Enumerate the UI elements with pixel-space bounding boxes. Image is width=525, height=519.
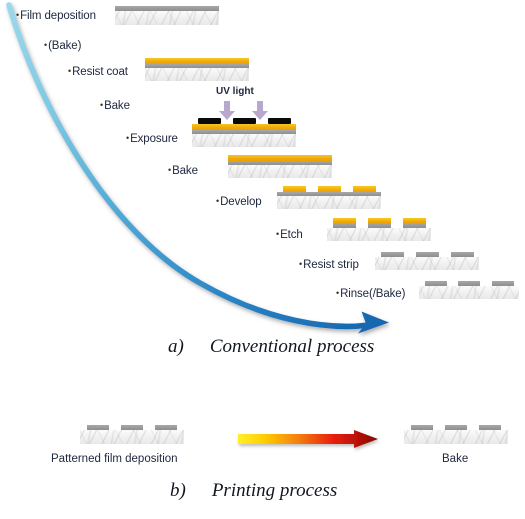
substrate-layer [419,286,519,299]
step-label-text: Resist strip [303,259,359,271]
substrate-layer [228,164,332,178]
uv-light-label: UV light [216,86,254,97]
caption-letter: a) [168,336,184,357]
bullet-icon: • [299,258,303,269]
stack-exposure [192,118,296,150]
stack-resist-strip [375,252,479,275]
step-label-text: Resist coat [72,66,128,78]
process-comparison-figure: •Film deposition •(Bake) •Resist coat •B… [0,0,525,519]
step-label-film-deposition: •Film deposition [16,10,96,23]
step-label-resist-coat: •Resist coat [68,66,128,79]
bullet-icon: • [44,39,48,50]
heat-gradient-arrow [238,430,378,448]
stack-resist-coat [145,58,249,82]
substrate-layer [404,430,508,444]
substrate-layer [80,430,184,444]
step-label-bake-2: •Bake [100,100,130,113]
caption-conventional-process: a) Conventional process [168,336,374,358]
bullet-icon: • [126,132,130,143]
step-label-etch: •Etch [276,229,303,242]
caption-text: Conventional process [209,336,375,357]
step-label-text: Exposure [130,133,178,145]
step-label-text: Etch [280,229,303,241]
step-label-exposure: •Exposure [126,133,178,146]
step-label-bake-3: •Bake [168,165,198,178]
substrate-layer [277,196,381,209]
bullet-icon: • [336,287,340,298]
step-label-text: Rinse(/Bake) [340,288,406,300]
stack-post-exposure-bake [228,155,332,179]
substrate-layer [375,257,479,270]
label-patterned-film-deposition: Patterned film deposition [51,453,178,465]
stack-etch [327,218,431,245]
caption-text: Printing process [211,480,338,501]
stack-bake-printed [404,425,508,449]
bullet-icon: • [216,195,220,206]
step-label-text: Bake [172,165,198,177]
step-label-rinse-bake: •Rinse(/Bake) [336,288,405,301]
caption-letter: b) [170,480,186,501]
substrate-layer [145,67,249,81]
label-bake: Bake [442,453,469,465]
step-label-text: (Bake) [48,40,82,52]
step-label-develop: •Develop [216,196,262,209]
bullet-icon: • [16,9,20,20]
step-label-text: Bake [104,100,130,112]
substrate-layer [327,228,431,241]
stack-patterned-film-deposition [80,425,184,449]
caption-printing-process: b) Printing process [170,480,337,502]
step-label-text: Film deposition [20,10,96,22]
step-label-bake-1: •(Bake) [44,40,81,53]
substrate-layer [192,133,296,147]
step-label-resist-strip: •Resist strip [299,259,359,272]
substrate-layer [115,11,219,25]
bullet-icon: • [168,164,172,175]
stack-film-deposition [115,6,219,28]
step-label-text: Develop [220,196,262,208]
bullet-icon: • [276,228,280,239]
stack-rinse-bake [419,281,519,304]
bullet-icon: • [100,99,104,110]
bullet-icon: • [68,65,72,76]
stack-develop [277,186,381,212]
